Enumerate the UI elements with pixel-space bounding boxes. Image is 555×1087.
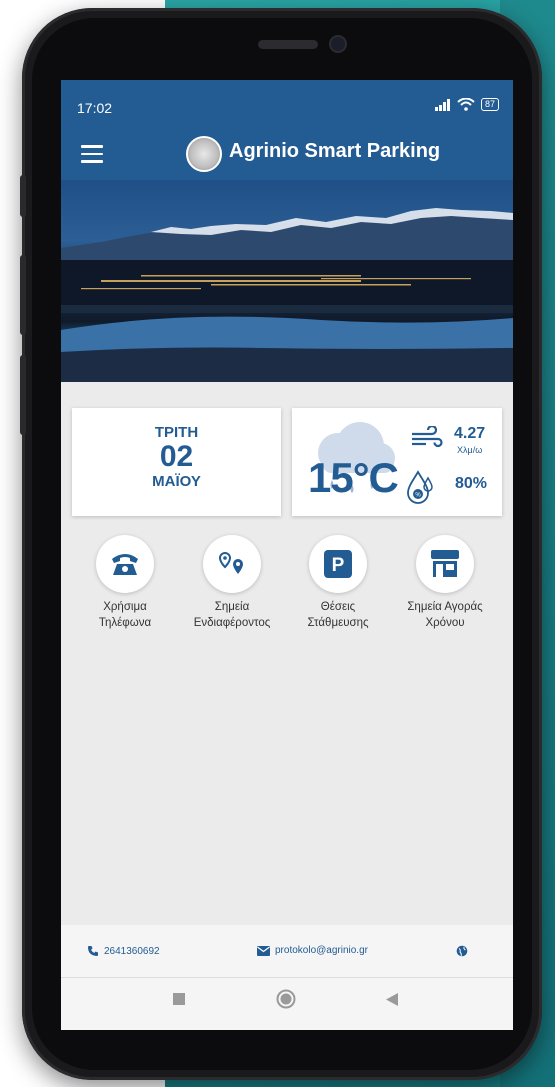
recents-square-icon[interactable] xyxy=(173,993,185,1005)
signal-icon xyxy=(434,98,450,111)
svg-text:%: % xyxy=(415,493,421,499)
phone-side-button xyxy=(20,175,26,217)
quick-action-circle xyxy=(203,535,261,593)
shop-icon xyxy=(431,550,459,577)
footer: 2641360692 protokolo@agrinio.gr xyxy=(61,925,513,1030)
wind-speed: 4.27 xyxy=(454,425,486,442)
phone-icon xyxy=(88,946,98,956)
quick-action-useful-phones[interactable]: Χρήσιμα Τηλέφωνα xyxy=(70,535,180,631)
svg-text:P: P xyxy=(332,555,345,576)
website-link[interactable] xyxy=(456,945,468,957)
humidity-drop-icon: % xyxy=(407,470,433,504)
phone-speaker xyxy=(258,40,318,49)
quick-actions: Χρήσιμα Τηλέφωνα Σημεία Ενδιαφέροντος P xyxy=(61,535,513,635)
battery-icon: 87 xyxy=(480,98,499,111)
quick-action-circle: P xyxy=(309,535,367,593)
weather-card: 15°C 4.27 Χλμ/ω % 80% xyxy=(292,408,502,516)
contact-bar: 2641360692 protokolo@agrinio.gr xyxy=(61,925,513,978)
quick-action-label: Σημεία Αγοράς Χρόνου xyxy=(407,601,483,629)
quick-action-label: Σημεία Ενδιαφέροντος xyxy=(193,601,271,629)
hero-landscape-illustration xyxy=(61,208,513,382)
info-cards: ΤΡΙΤΗ 02 ΜΑΪΟΥ 15°C 4.27 Χλμ/ω % 80% xyxy=(72,408,502,516)
back-triangle-icon[interactable] xyxy=(386,993,398,1006)
status-icons: 87 xyxy=(434,98,499,111)
phone-volume-button xyxy=(20,355,26,435)
date-month: ΜΑΪΟΥ xyxy=(152,473,201,490)
date-number: 02 xyxy=(159,440,194,473)
telephone-icon xyxy=(112,554,138,575)
quick-action-points-of-interest[interactable]: Σημεία Ενδιαφέροντος xyxy=(177,535,287,631)
app-screen: 17:02 87 Agrinio Smart Parking ΤΡΙΤΗ 02 … xyxy=(61,80,513,1030)
city-seal-logo xyxy=(186,136,222,172)
map-pins-icon xyxy=(218,551,243,574)
quick-action-time-purchase-points[interactable]: Σημεία Αγοράς Χρόνου xyxy=(390,535,500,631)
parking-icon: P xyxy=(324,550,352,578)
status-bar: 17:02 87 xyxy=(61,80,513,128)
app-title: Agrinio Smart Parking xyxy=(229,140,441,162)
wifi-icon xyxy=(457,98,475,111)
quick-action-parking-spots[interactable]: P Θέσεις Στάθμευσης xyxy=(283,535,393,631)
quick-action-label: Θέσεις Στάθμευσης xyxy=(307,601,369,629)
quick-action-circle xyxy=(416,535,474,593)
hamburger-menu-icon[interactable] xyxy=(81,145,103,163)
date-card: ΤΡΙΤΗ 02 ΜΑΪΟΥ xyxy=(72,408,281,516)
contact-email-text: protokolo@agrinio.gr xyxy=(275,945,368,956)
android-nav-bar xyxy=(61,977,513,1030)
date-day: ΤΡΙΤΗ xyxy=(154,424,199,441)
contact-email[interactable]: protokolo@agrinio.gr xyxy=(257,945,368,956)
wind-icon xyxy=(412,426,443,448)
home-circle-icon[interactable] xyxy=(276,989,296,1009)
temperature: 15°C xyxy=(308,454,399,501)
humidity-value: 80% xyxy=(455,475,488,492)
contact-phone[interactable]: 2641360692 xyxy=(87,945,160,957)
globe-icon xyxy=(456,945,468,957)
contact-phone-text: 2641360692 xyxy=(104,945,160,957)
hero-image xyxy=(61,180,513,382)
phone-volume-button xyxy=(20,255,26,335)
phone-camera xyxy=(331,37,345,51)
quick-action-label: Χρήσιμα Τηλέφωνα xyxy=(98,601,152,629)
mail-icon xyxy=(257,945,270,956)
wind-unit: Χλμ/ω xyxy=(457,445,483,455)
quick-action-circle xyxy=(96,535,154,593)
app-bar: Agrinio Smart Parking xyxy=(61,128,513,180)
status-time: 17:02 xyxy=(77,100,113,116)
